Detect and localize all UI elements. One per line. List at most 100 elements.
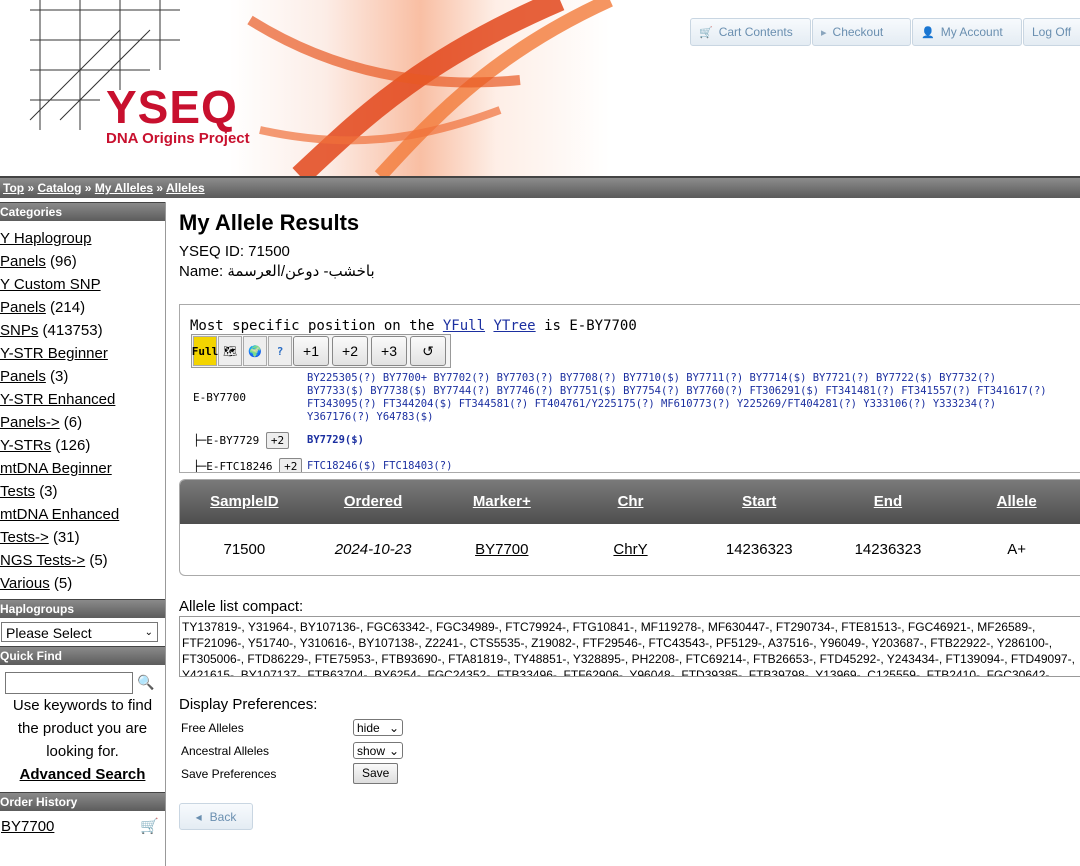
- tree-node-e-by7700: E-BY7700: [193, 391, 246, 404]
- top-nav: 🛒 Cart Contents ▸ Checkout 👤 My Account Log…: [690, 18, 1080, 46]
- msp-suffix: is E-BY7700: [544, 318, 637, 334]
- plus3-label: +3: [381, 343, 397, 359]
- category-mtdna-enhanced-tests[interactable]: mtDNA Enhanced: [0, 506, 119, 523]
- category-count: (96): [50, 253, 77, 270]
- chevron-down-icon: ⌄: [388, 720, 399, 735]
- chevron-down-icon: ⌄: [388, 743, 399, 758]
- logoff-label: Log Off: [1032, 25, 1072, 39]
- col-ordered[interactable]: Ordered: [309, 480, 438, 524]
- yfull-link[interactable]: YFull: [443, 318, 485, 334]
- col-allele[interactable]: Allele: [952, 480, 1080, 524]
- node-label: E-BY7729: [206, 434, 260, 447]
- arrow-right-icon: ▸: [821, 26, 827, 39]
- breadcrumb-catalog[interactable]: Catalog: [37, 181, 81, 195]
- node-expand-button[interactable]: +2: [265, 432, 290, 449]
- categories-list: Y Haplogroup Panels (96) Y Custom SNP Pa…: [0, 221, 165, 599]
- save-preferences-label: Save Preferences: [181, 766, 277, 781]
- allele-compact-textarea[interactable]: TY137819-, Y31964-, BY107136-, FGC63342-…: [179, 616, 1080, 677]
- tree-node-snps: BY225305(?) BY7700+ BY7702(?) BY7703(?) …: [307, 372, 1047, 423]
- col-start[interactable]: Start: [695, 480, 824, 524]
- breadcrumb-top[interactable]: Top: [3, 181, 24, 195]
- breadcrumb: Top » Catalog » My Alleles » Alleles: [0, 176, 1080, 198]
- chevron-down-icon: ⌄: [144, 627, 153, 638]
- category-count: (3): [39, 483, 58, 500]
- ancestral-alleles-select[interactable]: show ⌄: [353, 742, 403, 759]
- col-end[interactable]: End: [824, 480, 953, 524]
- category-count: (5): [89, 552, 108, 569]
- haplogroups-heading: Haplogroups: [0, 599, 165, 618]
- help-icon[interactable]: ?: [268, 336, 292, 366]
- back-button[interactable]: ◂ Back: [179, 803, 253, 830]
- category-y-str-beginner-panels-cont[interactable]: Panels: [0, 368, 46, 385]
- cart-add-icon[interactable]: 🛒: [140, 817, 159, 835]
- save-button[interactable]: Save: [353, 763, 399, 784]
- category-snps[interactable]: SNPs: [0, 322, 38, 339]
- category-various[interactable]: Various: [0, 575, 50, 592]
- category-mtdna-beginner-tests[interactable]: mtDNA Beginner: [0, 460, 112, 477]
- quick-find-help: Use keywords to find the product you are…: [12, 697, 153, 760]
- tree-node-e-by7729: ├─E-BY7729 +2: [193, 432, 290, 449]
- free-alleles-select[interactable]: hide ⌄: [353, 719, 403, 736]
- reset-icon[interactable]: ↺: [410, 336, 446, 366]
- cell-allele: A+: [1007, 541, 1027, 558]
- category-y-custom-snp-panels-cont[interactable]: Panels: [0, 299, 46, 316]
- cart-icon: 🛒: [699, 26, 713, 39]
- map-icon[interactable]: 🗺: [218, 336, 242, 366]
- category-y-haplogroup-panels-cont[interactable]: Panels: [0, 253, 46, 270]
- category-y-strs[interactable]: Y-STRs: [0, 437, 51, 454]
- ancestral-alleles-value: show: [357, 743, 386, 758]
- tree-node-snps[interactable]: BY7729($): [307, 434, 1047, 447]
- free-alleles-label: Free Alleles: [181, 720, 244, 735]
- tree-node-e-ftc18246: ├─E-FTC18246 +2: [193, 458, 303, 472]
- col-marker[interactable]: Marker+: [437, 480, 566, 524]
- preferences-form: Free Alleles hide ⌄ Ancestral Alleles show ⌄…: [181, 716, 403, 785]
- advanced-search-link[interactable]: Advanced Search: [20, 766, 146, 783]
- category-y-str-beginner-panels[interactable]: Y-STR Beginner: [0, 345, 108, 362]
- checkout-button[interactable]: ▸ Checkout: [812, 18, 911, 46]
- yseq-id: YSEQ ID: 71500: [179, 243, 290, 260]
- expand-plus1-button[interactable]: +1: [293, 336, 329, 366]
- globe-icon[interactable]: 🌍: [243, 336, 267, 366]
- main-content: My Allele Results YSEQ ID: 71500 Name: ب…: [179, 210, 1080, 282]
- cell-chr-link[interactable]: ChrY: [566, 524, 695, 575]
- breadcrumb-my-alleles[interactable]: My Alleles: [95, 181, 153, 195]
- my-account-button[interactable]: 👤 My Account: [912, 18, 1022, 46]
- search-icon[interactable]: 🔍: [137, 671, 154, 694]
- quick-find-input[interactable]: [5, 671, 133, 694]
- category-count: (31): [52, 529, 80, 546]
- node-expand-button[interactable]: +2: [279, 458, 303, 472]
- cell-marker-link[interactable]: BY7700: [437, 524, 566, 575]
- full-tree-button[interactable]: Full: [192, 336, 218, 366]
- order-history-item[interactable]: BY7700: [1, 818, 54, 835]
- expand-plus2-button[interactable]: +2: [332, 336, 368, 366]
- quick-find-heading: Quick Find: [0, 646, 165, 665]
- col-sampleid[interactable]: SampleID: [180, 480, 309, 524]
- category-y-str-enhanced-panels-cont[interactable]: Panels->: [0, 414, 60, 431]
- category-y-custom-snp-panels[interactable]: Y Custom SNP: [0, 276, 101, 293]
- log-off-button[interactable]: Log Off: [1023, 18, 1080, 46]
- sidebar: Categories Y Haplogroup Panels (96) Y Cu…: [0, 202, 166, 866]
- category-mtdna-beginner-tests-cont[interactable]: Tests: [0, 483, 35, 500]
- quick-find-box: 🔍 Use keywords to find the product you a…: [0, 665, 165, 792]
- tree-node-snps[interactable]: FTC18246($) FTC18403(?): [307, 460, 1047, 472]
- display-preferences-title: Display Preferences:: [179, 696, 318, 713]
- logo-text[interactable]: YSEQ: [106, 80, 238, 134]
- category-y-haplogroup-panels[interactable]: Y Haplogroup: [0, 230, 91, 247]
- expand-plus3-button[interactable]: +3: [371, 336, 407, 366]
- category-ngs-tests[interactable]: NGS Tests->: [0, 552, 85, 569]
- categories-heading: Categories: [0, 202, 165, 221]
- category-mtdna-enhanced-tests-cont[interactable]: Tests->: [0, 529, 49, 546]
- col-chr[interactable]: Chr: [566, 480, 695, 524]
- ytree-link[interactable]: YTree: [493, 318, 535, 334]
- plus1-label: +1: [303, 343, 319, 359]
- compact-label: Allele list compact:: [179, 598, 304, 615]
- tree-toolbar: Full 🗺 🌍 ? +1 +2 +3 ↺: [191, 334, 451, 368]
- results-header-row: SampleID Ordered Marker+ Chr Start End A…: [180, 480, 1080, 524]
- cart-contents-button[interactable]: 🛒 Cart Contents: [690, 18, 811, 46]
- ytree-panel: Most specific position on the YFull YTre…: [179, 304, 1080, 473]
- name-label: Name:: [179, 263, 224, 280]
- category-y-str-enhanced-panels[interactable]: Y-STR Enhanced: [0, 391, 115, 408]
- breadcrumb-alleles[interactable]: Alleles: [166, 181, 205, 195]
- category-count: (126): [55, 437, 91, 454]
- haplogroup-select[interactable]: Please Select ⌄: [1, 622, 158, 642]
